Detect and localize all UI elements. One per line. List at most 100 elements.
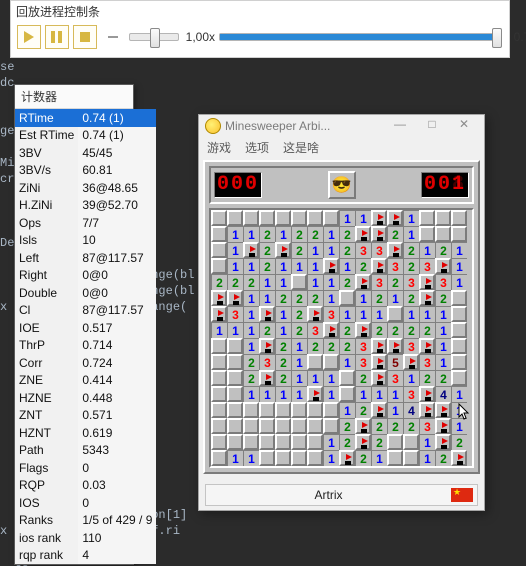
stats-row[interactable]: Isls10 bbox=[15, 232, 156, 250]
cell[interactable] bbox=[451, 210, 467, 226]
cell[interactable]: 2 bbox=[419, 322, 435, 338]
cell[interactable]: 2 bbox=[371, 322, 387, 338]
cell[interactable]: 2 bbox=[291, 290, 307, 306]
play-button[interactable] bbox=[17, 25, 41, 49]
cell-flag[interactable] bbox=[419, 290, 435, 306]
cell[interactable]: 1 bbox=[243, 338, 259, 354]
cell[interactable] bbox=[403, 434, 419, 450]
cell[interactable]: 1 bbox=[275, 274, 291, 290]
cell-flag[interactable] bbox=[451, 450, 467, 466]
cell[interactable] bbox=[259, 434, 275, 450]
cell[interactable]: 1 bbox=[291, 370, 307, 386]
cell[interactable] bbox=[227, 418, 243, 434]
cell-flag[interactable] bbox=[419, 274, 435, 290]
cell[interactable]: 2 bbox=[419, 370, 435, 386]
stats-row[interactable]: ThrP0.714 bbox=[15, 337, 156, 355]
cell[interactable]: 3 bbox=[419, 418, 435, 434]
cell[interactable]: 1 bbox=[403, 306, 419, 322]
cell[interactable]: 5 bbox=[387, 354, 403, 370]
cell[interactable]: 2 bbox=[243, 354, 259, 370]
cell-flag[interactable] bbox=[371, 354, 387, 370]
cell[interactable] bbox=[291, 402, 307, 418]
cell[interactable] bbox=[243, 210, 259, 226]
cell[interactable]: 1 bbox=[291, 386, 307, 402]
cell[interactable]: 2 bbox=[259, 258, 275, 274]
cell[interactable]: 1 bbox=[227, 322, 243, 338]
cell[interactable]: 1 bbox=[259, 274, 275, 290]
cell[interactable]: 1 bbox=[435, 354, 451, 370]
cell[interactable] bbox=[259, 402, 275, 418]
cell[interactable] bbox=[387, 306, 403, 322]
cell-flag[interactable] bbox=[435, 258, 451, 274]
cell[interactable]: 3 bbox=[403, 274, 419, 290]
cell[interactable]: 1 bbox=[291, 338, 307, 354]
cell[interactable]: 2 bbox=[339, 418, 355, 434]
cell[interactable]: 2 bbox=[403, 258, 419, 274]
cell-flag[interactable] bbox=[387, 210, 403, 226]
menu-game[interactable]: 游戏 bbox=[207, 139, 231, 156]
cell[interactable]: 1 bbox=[243, 450, 259, 466]
cell[interactable]: 2 bbox=[243, 274, 259, 290]
cell[interactable]: 1 bbox=[291, 354, 307, 370]
cell-flag[interactable] bbox=[435, 402, 451, 418]
cell[interactable]: 1 bbox=[339, 306, 355, 322]
cell[interactable]: 1 bbox=[243, 290, 259, 306]
cell[interactable]: 1 bbox=[307, 242, 323, 258]
cell[interactable] bbox=[307, 418, 323, 434]
cell[interactable]: 2 bbox=[387, 274, 403, 290]
cell[interactable]: 1 bbox=[323, 386, 339, 402]
cell[interactable]: 3 bbox=[403, 386, 419, 402]
cell[interactable]: 1 bbox=[435, 338, 451, 354]
cell[interactable]: 3 bbox=[435, 274, 451, 290]
cell-flag[interactable] bbox=[419, 386, 435, 402]
cell[interactable]: 1 bbox=[323, 226, 339, 242]
stats-row[interactable]: IOE0.517 bbox=[15, 319, 156, 337]
cell[interactable] bbox=[227, 354, 243, 370]
cell[interactable]: 2 bbox=[403, 290, 419, 306]
stats-row[interactable]: H.ZiNi39@52.70 bbox=[15, 197, 156, 215]
cell[interactable]: 1 bbox=[243, 306, 259, 322]
cell[interactable]: 2 bbox=[339, 242, 355, 258]
cell[interactable]: 1 bbox=[259, 386, 275, 402]
stats-row[interactable]: ZNE0.414 bbox=[15, 372, 156, 390]
cell[interactable] bbox=[227, 370, 243, 386]
cell[interactable] bbox=[211, 386, 227, 402]
cell-flag[interactable] bbox=[371, 338, 387, 354]
cell[interactable]: 1 bbox=[387, 386, 403, 402]
cell[interactable]: 1 bbox=[243, 226, 259, 242]
cell[interactable] bbox=[275, 434, 291, 450]
stats-row[interactable]: Double0@0 bbox=[15, 284, 156, 302]
cell[interactable] bbox=[211, 338, 227, 354]
stats-row[interactable]: ios rank110 bbox=[15, 529, 156, 547]
cell-flag[interactable] bbox=[355, 274, 371, 290]
cell[interactable]: 1 bbox=[307, 370, 323, 386]
cell[interactable]: 1 bbox=[419, 450, 435, 466]
cell[interactable]: 3 bbox=[371, 242, 387, 258]
stats-row[interactable]: RQP0.03 bbox=[15, 477, 156, 495]
cell[interactable] bbox=[403, 450, 419, 466]
cell[interactable]: 2 bbox=[435, 450, 451, 466]
cell[interactable] bbox=[227, 338, 243, 354]
seek-button[interactable] bbox=[101, 25, 125, 49]
cell-flag[interactable] bbox=[371, 210, 387, 226]
stats-row[interactable]: Right0@0 bbox=[15, 267, 156, 285]
cell[interactable] bbox=[291, 434, 307, 450]
stats-row[interactable]: Left87@117.57 bbox=[15, 249, 156, 267]
cell[interactable]: 1 bbox=[259, 290, 275, 306]
cell[interactable]: 2 bbox=[371, 434, 387, 450]
cell[interactable]: 1 bbox=[355, 210, 371, 226]
cell[interactable] bbox=[307, 434, 323, 450]
cell[interactable]: 1 bbox=[323, 450, 339, 466]
cell[interactable]: 1 bbox=[419, 242, 435, 258]
cell-flag[interactable] bbox=[355, 434, 371, 450]
stats-row[interactable]: HZNT0.619 bbox=[15, 424, 156, 442]
cell[interactable]: 2 bbox=[339, 322, 355, 338]
cell[interactable] bbox=[211, 402, 227, 418]
cell[interactable]: 1 bbox=[227, 258, 243, 274]
stats-row[interactable]: Est RTime0.74 (1) bbox=[15, 127, 156, 145]
cell[interactable] bbox=[211, 226, 227, 242]
cell-flag[interactable] bbox=[387, 242, 403, 258]
progress-slider[interactable] bbox=[219, 33, 501, 41]
cell[interactable]: 2 bbox=[339, 226, 355, 242]
cell[interactable] bbox=[451, 370, 467, 386]
